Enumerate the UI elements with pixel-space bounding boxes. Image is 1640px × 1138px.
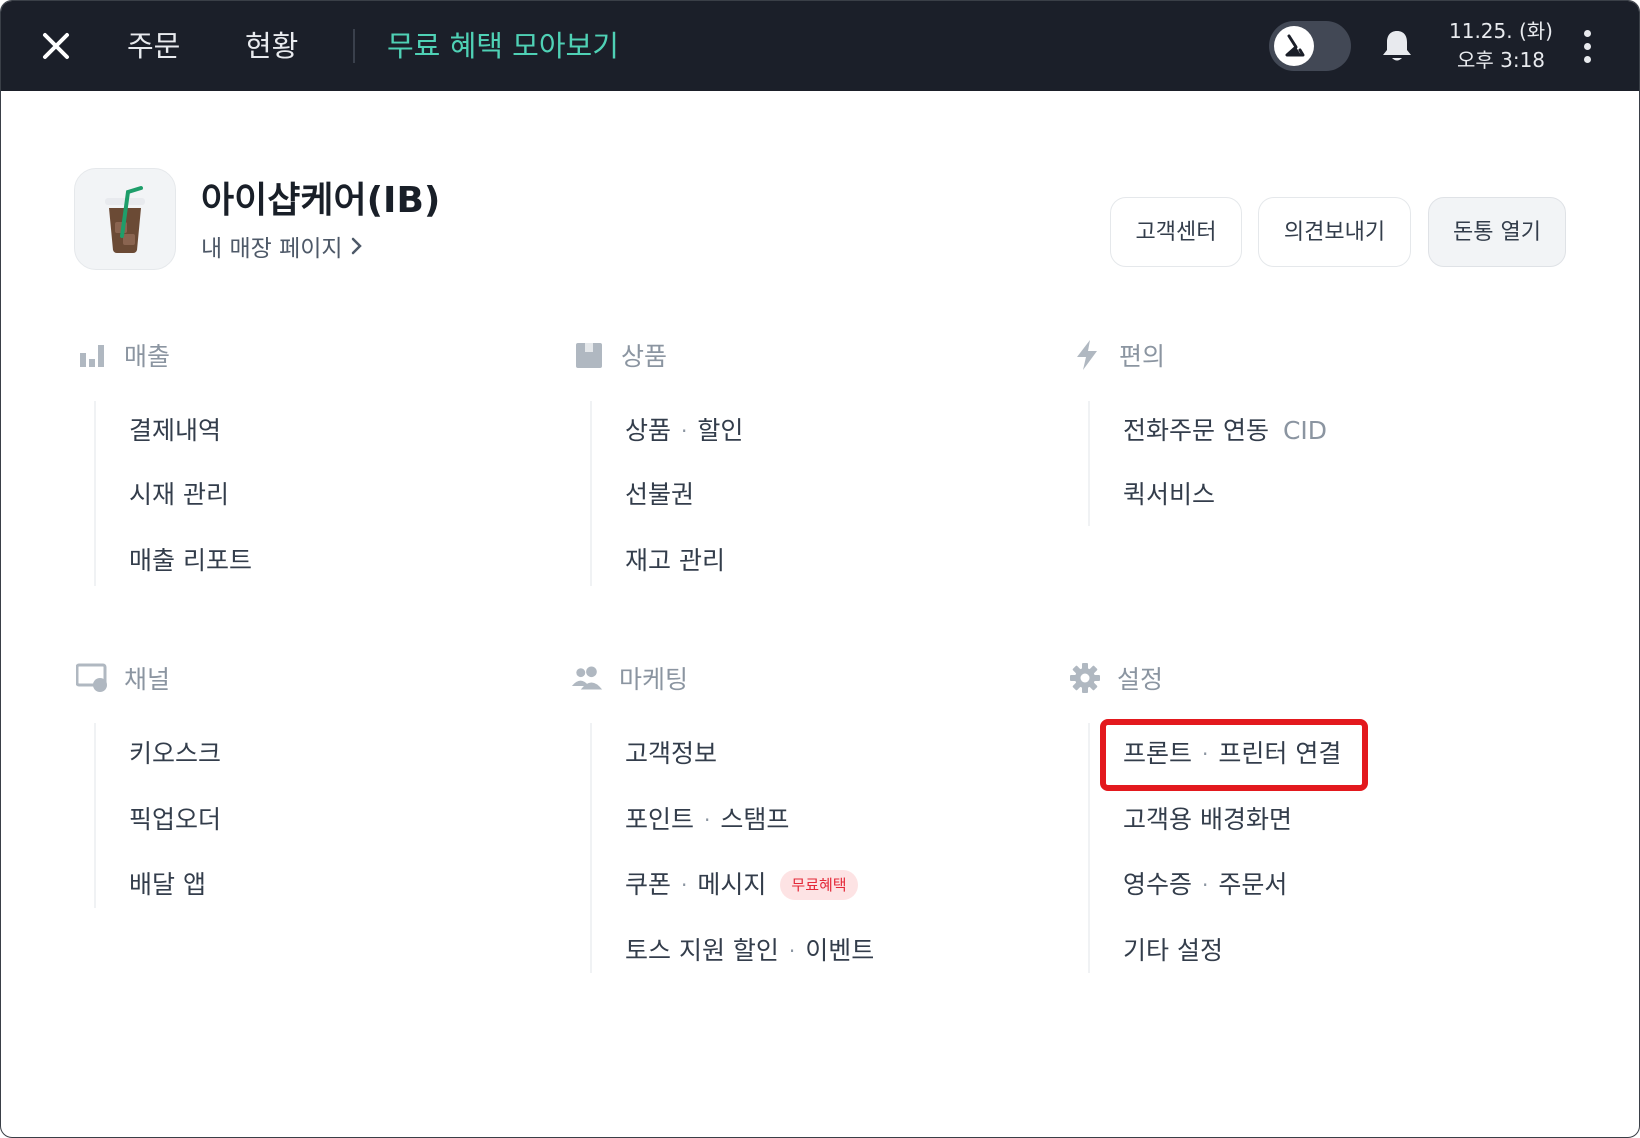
section-line [590,723,592,973]
menu-kiosk[interactable]: 키오스크 [129,734,221,774]
menu-label: 포인트 [625,805,695,834]
menu-label: 토스 지원 할인 [625,936,779,965]
section-line [1088,723,1090,973]
toggle-knob [1274,26,1314,66]
section-line [94,401,96,586]
separator-dot: · [681,419,688,443]
menu-label: 주문서 [1218,870,1288,899]
menu-coupon-message[interactable]: 쿠폰 · 메시지 무료혜택 [625,865,858,905]
cid-tag: CID [1282,416,1328,445]
iced-coffee-icon [105,186,145,253]
my-store-page-label: 내 매장 페이지 [201,236,343,262]
time-text: 오후 3:18 [1456,48,1546,72]
section-line [94,723,96,908]
section-line [590,401,592,586]
datetime: 11.25. (화) 오후 3:18 [1441,17,1561,75]
menu-label: 전화주문 연동 [1123,416,1269,445]
menu-products-discount[interactable]: 상품 · 할인 [625,411,743,451]
top-bar: 주문 현황 무료 혜택 모아보기 11.25. (화) 오후 3:18 [1,1,1639,91]
free-benefit-badge: 무료혜택 [780,870,858,900]
app-window: 주문 현황 무료 혜택 모아보기 11.25. (화) 오후 3:18 아이샵케… [0,0,1640,1138]
menu-label: 영수증 [1123,870,1193,899]
separator-dot: · [788,939,796,963]
bell-icon [1383,31,1411,61]
bar-chart-icon [76,339,108,371]
mode-icon [1285,34,1305,57]
notifications-button[interactable] [1377,26,1417,66]
menu-label: 이벤트 [805,936,875,965]
menu-label: 쿠폰 [625,870,672,899]
section-channel-header: 채널 [76,658,170,698]
menu-prepaid-card[interactable]: 선불권 [625,475,694,515]
menu-customer-info[interactable]: 고객정보 [625,734,717,774]
menu-phone-order-integration[interactable]: 전화주문 연동 CID [1123,411,1327,451]
tab-order[interactable]: 주문 [127,25,180,67]
monitor-touch-icon [76,662,108,694]
store-name: 아이샵케어(IB) [201,180,441,221]
menu-quick-service[interactable]: 퀵서비스 [1123,475,1215,515]
separator-dot: · [681,873,688,897]
menu-receipt-order-sheet[interactable]: 영수증 · 주문서 [1123,865,1287,905]
section-marketing-title: 마케팅 [619,665,689,694]
kebab-dot [1583,29,1591,37]
menu-toss-discount-event[interactable]: 토스 지원 할인 · 이벤트 [625,931,874,971]
close-icon [43,33,69,59]
section-settings-header: 설정 [1069,658,1163,698]
close-button[interactable] [35,25,77,67]
section-channel-title: 채널 [124,665,171,694]
more-menu-button[interactable] [1573,23,1601,69]
date-text: 11.25. (화) [1449,19,1553,43]
menu-cash-management[interactable]: 시재 관리 [129,475,229,515]
chevron-right-icon [351,237,362,255]
menu-pickup-order[interactable]: 픽업오더 [129,800,221,840]
feedback-button[interactable]: 의견보내기 [1258,197,1411,267]
separator-dot: · [1202,873,1209,897]
lightning-icon [1071,339,1103,371]
menu-label: 메시지 [697,870,767,899]
section-convenience-header: 편의 [1071,335,1165,375]
gear-icon [1069,662,1101,694]
users-icon [571,662,603,694]
section-sales-title: 매출 [124,342,171,371]
separator-dot: · [704,808,711,832]
highlight-box [1100,719,1368,791]
tab-status[interactable]: 현황 [245,25,298,67]
menu-inventory[interactable]: 재고 관리 [625,541,725,581]
section-marketing-header: 마케팅 [571,658,688,698]
my-store-page-link[interactable]: 내 매장 페이지 [201,229,363,263]
menu-label: 상품 [625,416,672,445]
menu-label: 할인 [697,416,744,445]
store-logo [74,168,176,270]
section-settings-title: 설정 [1117,665,1164,694]
menu-points-stamps[interactable]: 포인트 · 스탬프 [625,800,789,840]
tab-free-benefits[interactable]: 무료 혜택 모아보기 [387,25,619,67]
nav-divider [353,29,355,63]
section-products-header: 상품 [573,335,667,375]
menu-label: 스탬프 [720,805,790,834]
section-products-title: 상품 [621,342,668,371]
section-sales-header: 매출 [76,335,170,375]
mode-toggle[interactable] [1269,21,1351,71]
menu-other-settings[interactable]: 기타 설정 [1123,931,1223,971]
customer-center-button[interactable]: 고객센터 [1110,197,1242,267]
menu-customer-background[interactable]: 고객용 배경화면 [1123,800,1292,840]
kebab-dot [1583,42,1591,50]
section-convenience-title: 편의 [1119,342,1166,371]
menu-sales-report[interactable]: 매출 리포트 [129,541,252,581]
menu-payment-history[interactable]: 결제내역 [129,411,221,451]
box-icon [573,339,605,371]
menu-delivery-app[interactable]: 배달 앱 [129,865,206,905]
kebab-dot [1583,55,1591,63]
section-line [1088,401,1090,526]
open-cash-drawer-button[interactable]: 돈통 열기 [1428,197,1566,267]
